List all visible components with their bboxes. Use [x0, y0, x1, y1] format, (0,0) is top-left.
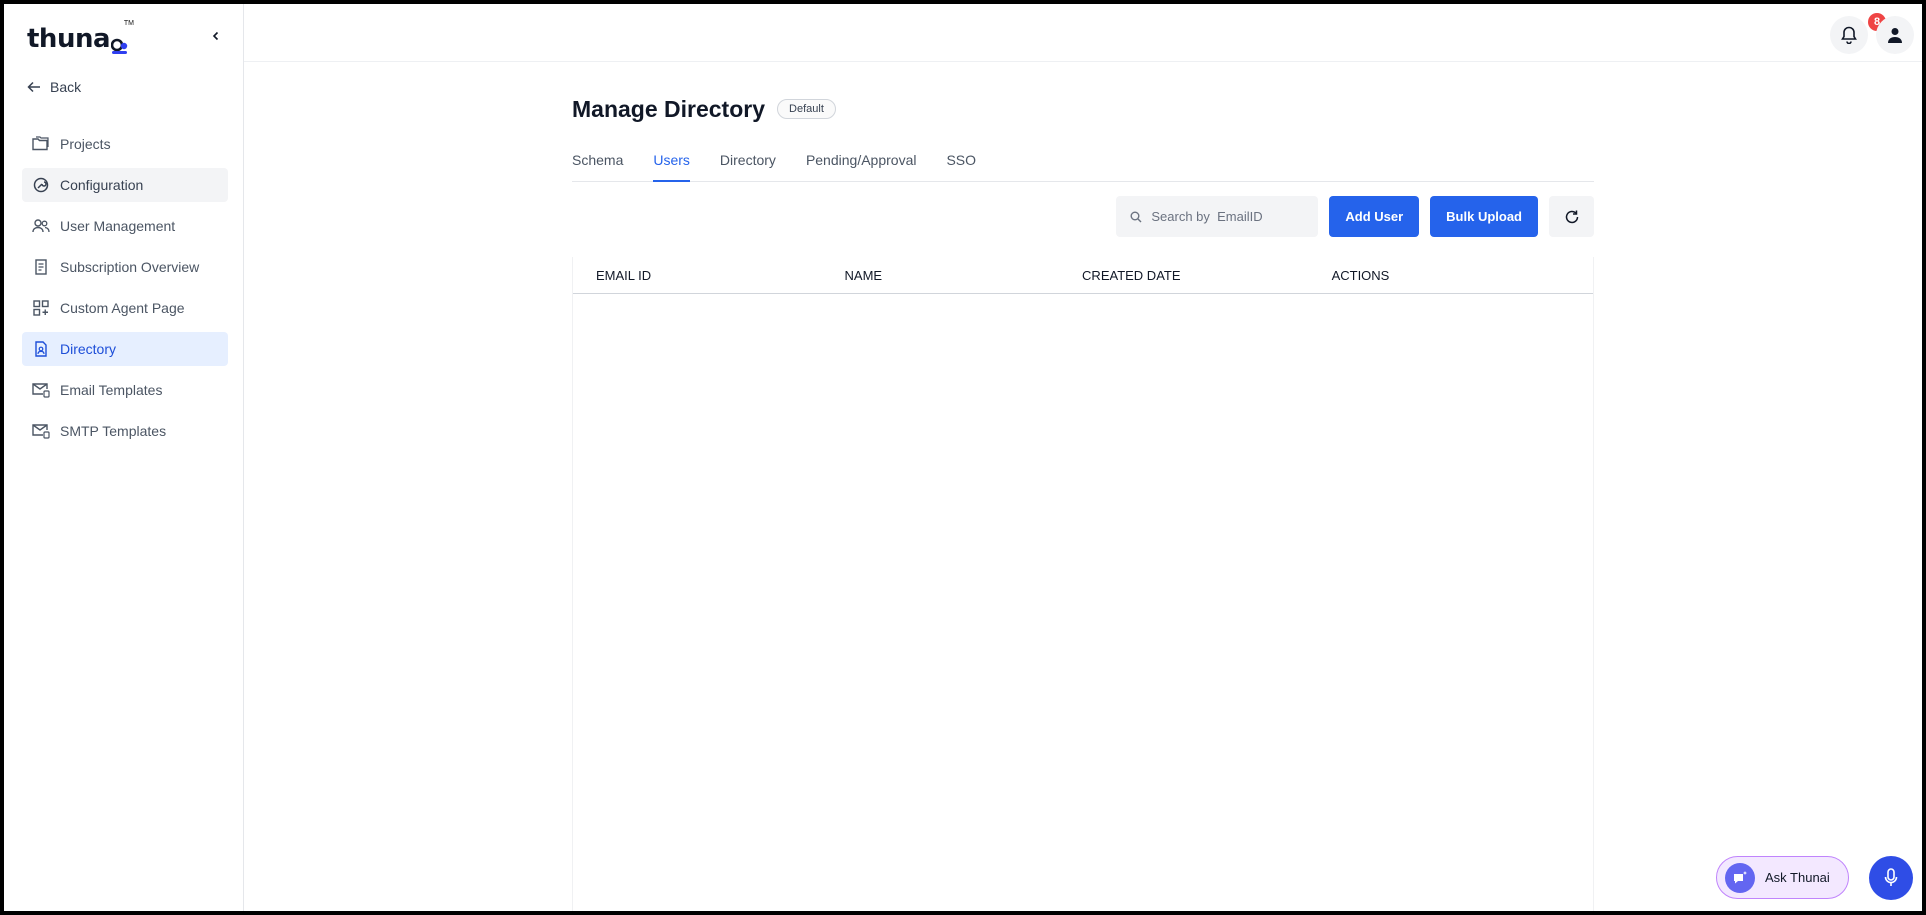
notifications-button[interactable] — [1830, 16, 1868, 54]
users-icon — [32, 217, 50, 235]
sidebar-item-label: Directory — [60, 341, 117, 357]
sidebar-item-configuration[interactable]: Configuration — [22, 168, 228, 202]
sidebar-item-label: Subscription Overview — [60, 259, 200, 275]
grid-plus-icon — [32, 299, 50, 317]
sidebar-item-directory[interactable]: Directory — [22, 332, 228, 366]
sidebar-item-label: SMTP Templates — [60, 423, 167, 439]
sidebar-item-user-management[interactable]: User Management — [22, 209, 228, 243]
column-header-actions: ACTIONS — [1331, 267, 1390, 283]
title-row: Manage Directory Default — [572, 94, 1594, 124]
ask-thunai-button[interactable]: Ask Thunai — [1716, 856, 1849, 899]
top-bar: 8 — [244, 4, 1922, 62]
logo-text: thuna — [27, 24, 111, 54]
refresh-button[interactable] — [1549, 196, 1594, 237]
tab-directory[interactable]: Directory — [720, 142, 776, 181]
column-header-created-date[interactable]: CREATED DATE — [1059, 268, 1309, 283]
chat-sparkle-icon — [1725, 862, 1755, 893]
logo-trademark: TM — [123, 20, 135, 27]
main-content: Manage Directory Default Schema Users Di… — [572, 94, 1594, 911]
config-icon — [32, 176, 50, 194]
back-label: Back — [50, 79, 82, 95]
sidebar-item-subscription-overview[interactable]: Subscription Overview — [22, 250, 228, 284]
tab-users[interactable]: Users — [653, 142, 690, 182]
users-table: EMAIL ID NAME CREATED DATE ACTIONS — [572, 257, 1594, 911]
table-header: EMAIL ID NAME CREATED DATE ACTIONS — [573, 257, 1593, 294]
tab-pending-approval[interactable]: Pending/Approval — [806, 142, 917, 181]
ask-thunai-label: Ask Thunai — [1765, 870, 1830, 885]
back-link[interactable]: Back — [27, 76, 81, 98]
page-title: Manage Directory — [572, 95, 766, 122]
document-user-icon — [32, 340, 50, 358]
folders-icon — [32, 135, 50, 153]
sidebar-item-label: User Management — [60, 218, 176, 234]
user-menu-button[interactable] — [1876, 16, 1914, 54]
users-toolbar: Add User Bulk Upload — [572, 196, 1594, 237]
sidebar-item-label: Configuration — [60, 177, 144, 193]
tab-schema[interactable]: Schema — [572, 142, 623, 181]
voice-input-button[interactable] — [1869, 856, 1913, 900]
mail-template-icon — [32, 381, 50, 399]
add-user-button[interactable]: Add User — [1329, 196, 1420, 237]
bulk-upload-button[interactable]: Bulk Upload — [1430, 196, 1538, 237]
receipt-icon — [32, 258, 50, 276]
column-header-name[interactable]: NAME — [822, 268, 1060, 283]
arrow-left-icon — [27, 81, 40, 93]
microphone-icon — [1884, 868, 1898, 886]
bell-icon — [1841, 26, 1857, 44]
sidebar-item-smtp-templates[interactable]: SMTP Templates — [22, 414, 228, 448]
sidebar-item-label: Email Templates — [60, 382, 163, 398]
thunai-logo: thuna TM — [27, 20, 134, 54]
sidebar-item-label: Custom Agent Page — [60, 300, 185, 316]
tabs: Schema Users Directory Pending/Approval … — [572, 142, 1594, 182]
column-header-email-id[interactable]: EMAIL ID — [573, 268, 822, 283]
collapse-sidebar-button[interactable] — [206, 26, 226, 46]
sidebar-item-email-templates[interactable]: Email Templates — [22, 373, 228, 407]
search-input[interactable] — [1151, 209, 1302, 224]
directory-tag: Default — [777, 99, 836, 119]
app-window: thuna TM Back Projects Configuration Use… — [0, 0, 1926, 915]
search-box — [1116, 196, 1319, 237]
search-icon — [1130, 211, 1142, 222]
user-icon — [1888, 28, 1902, 43]
tab-sso[interactable]: SSO — [946, 142, 976, 181]
chevron-left-icon — [212, 31, 219, 41]
mail-template-icon — [32, 422, 50, 440]
sidebar-nav: Projects Configuration User Management S… — [22, 127, 228, 455]
sidebar-item-projects[interactable]: Projects — [22, 127, 228, 161]
refresh-icon — [1565, 210, 1578, 223]
sidebar: thuna TM Back Projects Configuration Use… — [4, 4, 244, 911]
sidebar-item-label: Projects — [60, 136, 111, 152]
logo-mark-icon — [111, 38, 128, 54]
sidebar-item-custom-agent-page[interactable]: Custom Agent Page — [22, 291, 228, 325]
